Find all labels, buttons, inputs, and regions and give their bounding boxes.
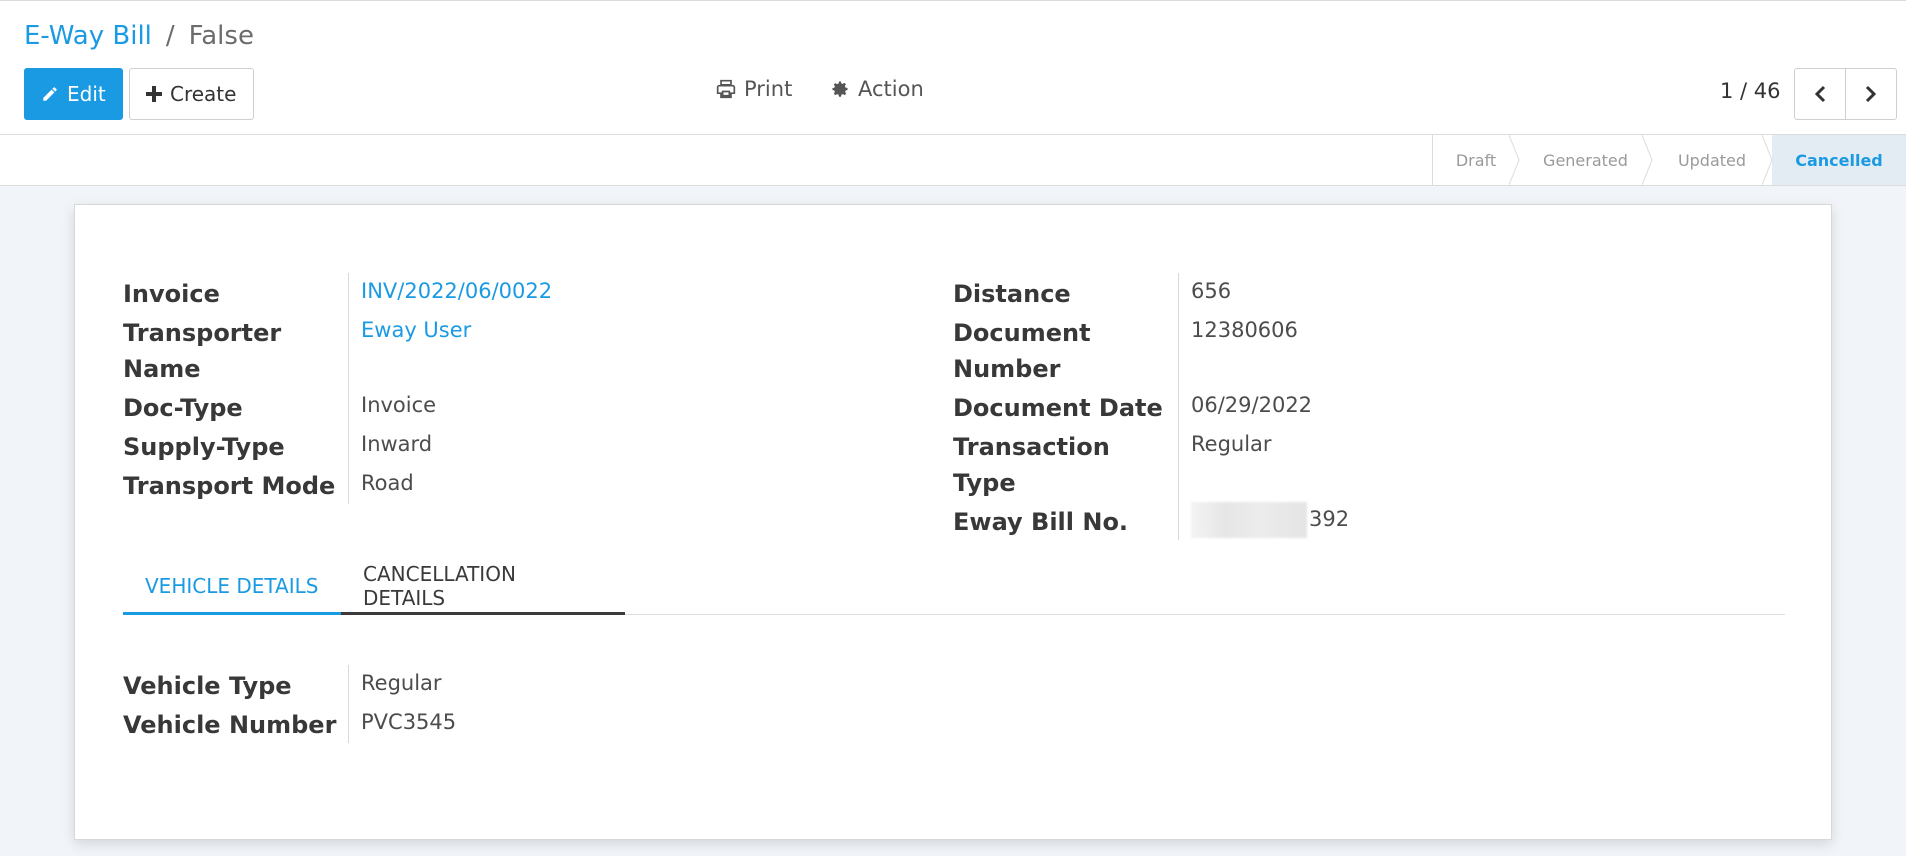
pager-next-button[interactable] [1845,68,1897,120]
field-label: Vehicle Type [123,665,349,704]
gear-icon [832,81,848,97]
status-steps: Draft Generated Updated Cancelled [1432,135,1906,185]
form-group-left: Invoice INV/2022/06/0022 Transporter Nam… [123,273,552,504]
create-button-label: Create [170,82,237,106]
field-label: Eway Bill No. [953,501,1179,540]
plus-icon [146,86,162,102]
tab-vehicle-details[interactable]: VEHICLE DETAILS [123,559,341,615]
action-label: Action [858,77,924,101]
vehicle-details-group: Vehicle Type Regular Vehicle Number PVC3… [123,665,456,743]
status-step-label: Cancelled [1795,150,1883,170]
create-button[interactable]: Create [129,68,254,120]
pager-value[interactable]: 1 / 46 [1720,79,1781,103]
form-sheet: Invoice INV/2022/06/0022 Transporter Nam… [74,204,1832,840]
edit-button[interactable]: Edit [24,68,123,120]
field-value: 06/29/2022 [1191,393,1313,417]
status-step-cancelled[interactable]: Cancelled [1772,135,1906,185]
control-panel: E-Way Bill / False Edit Create Print Act… [0,0,1906,135]
field-value: Inward [361,432,433,456]
status-bar: Draft Generated Updated Cancelled [0,135,1906,186]
field-label: Doc-Type [123,387,349,426]
field-label-line: Transporter [123,319,282,347]
pencil-icon [43,87,57,101]
step-separator [1642,135,1653,185]
field-transport-mode: Transport Mode Road [123,465,552,504]
chevron-right-icon [1865,85,1877,103]
field-label: Transaction Type [953,426,1179,501]
print-label: Print [744,77,793,101]
field-document-date: Document Date 06/29/2022 [953,387,1349,426]
field-label: Document Number [953,312,1179,387]
invoice-link[interactable]: INV/2022/06/0022 [349,273,552,312]
field-vehicle-number: Vehicle Number PVC3545 [123,704,456,743]
field-doc-type: Doc-Type Invoice [123,387,552,426]
form-group-right: Distance 656 Document Number 12380606 Do… [953,273,1349,540]
field-label-line: Number [953,355,1061,383]
field-invoice: Invoice INV/2022/06/0022 [123,273,552,312]
field-label: Vehicle Number [123,704,349,743]
field-value: 392 [1179,501,1349,540]
status-step-draft[interactable]: Draft [1433,135,1520,185]
field-label-line: Name [123,355,201,383]
field-label: Transporter Name [123,312,349,387]
pager-previous-button[interactable] [1794,68,1846,120]
printer-icon [716,79,736,99]
field-value: Invoice [361,393,437,417]
field-value: Road [361,471,414,495]
breadcrumb-link-eway-bill[interactable]: E-Way Bill [24,21,152,51]
step-separator [1762,135,1773,185]
field-label: Distance [953,273,1179,312]
field-eway-bill-no: Eway Bill No. 392 [953,501,1349,540]
breadcrumb: E-Way Bill / False [24,21,254,51]
action-menu-button[interactable]: Action [830,77,924,101]
tab-cancellation-details[interactable]: CANCELLATION DETAILS [341,559,625,615]
status-step-label: Generated [1543,150,1628,170]
field-label: Supply-Type [123,426,349,465]
field-label: Transport Mode [123,465,349,504]
field-value: Regular [361,671,442,695]
field-transaction-type: Transaction Type Regular [953,426,1349,501]
step-separator [1509,135,1520,185]
field-distance: Distance 656 [953,273,1349,312]
status-step-label: Draft [1455,150,1497,170]
field-value: Regular [1191,432,1272,456]
chevron-left-icon [1814,85,1826,103]
field-label-line: Document [953,319,1091,347]
breadcrumb-separator: / [165,21,175,51]
notebook-tabs: VEHICLE DETAILS CANCELLATION DETAILS [123,559,1785,615]
breadcrumb-current: False [188,21,254,51]
field-transporter-name: Transporter Name Eway User [123,312,552,387]
status-step-label: Updated [1677,150,1747,170]
eway-bill-visible-digits: 392 [1309,507,1350,531]
field-value: 656 [1191,279,1232,303]
transporter-link[interactable]: Eway User [349,312,471,387]
field-document-number: Document Number 12380606 [953,312,1349,387]
field-value: 12380606 [1191,318,1298,342]
status-step-updated[interactable]: Updated [1652,135,1773,185]
redacted-blur [1191,502,1307,538]
field-label: Document Date [953,387,1179,426]
field-value: PVC3545 [361,710,457,734]
status-step-generated[interactable]: Generated [1519,135,1653,185]
edit-button-label: Edit [67,82,106,106]
print-menu-button[interactable]: Print [716,77,792,101]
field-vehicle-type: Vehicle Type Regular [123,665,456,704]
field-label: Invoice [123,273,349,312]
field-supply-type: Supply-Type Inward [123,426,552,465]
